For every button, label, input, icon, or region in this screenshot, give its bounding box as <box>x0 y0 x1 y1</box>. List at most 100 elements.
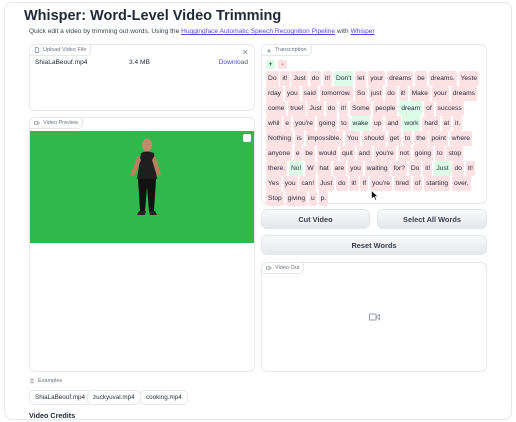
cut-video-button[interactable]: Cut Video <box>261 209 370 229</box>
transcript-word[interactable]: p. <box>318 191 329 206</box>
transcript-word[interactable]: to <box>402 131 413 146</box>
transcript-word[interactable]: do <box>336 176 348 191</box>
transcript-word[interactable]: it! <box>280 71 290 86</box>
transcript-word[interactable]: work <box>402 116 421 131</box>
transcript-word[interactable]: up <box>372 116 384 131</box>
transcript-word[interactable]: going <box>316 116 338 131</box>
transcript-word[interactable]: you <box>348 161 363 176</box>
transcript-word[interactable]: it. <box>453 116 463 131</box>
transcript-word[interactable]: it! <box>423 161 433 176</box>
transcript-word[interactable]: it! <box>349 176 359 191</box>
transcript-word[interactable]: there. <box>266 161 288 176</box>
fullscreen-icon[interactable] <box>243 134 251 142</box>
transcript-word[interactable]: waiting <box>364 161 390 176</box>
reset-words-button[interactable]: Reset Words <box>261 235 487 255</box>
whisper-link[interactable]: Whisper <box>350 28 374 35</box>
transcript-word[interactable]: quit <box>340 146 355 161</box>
transcript-word[interactable]: of <box>412 176 423 191</box>
transcript-word[interactable]: said <box>301 86 318 101</box>
transcript-word[interactable]: e <box>283 116 292 131</box>
select-all-words-button[interactable]: Select All Words <box>377 209 487 229</box>
transcript-word[interactable]: Just <box>307 101 324 116</box>
transcript-word[interactable]: giving <box>285 191 308 206</box>
transcript-word[interactable]: success <box>435 101 464 116</box>
transcript-word[interactable]: be <box>303 146 315 161</box>
example-item[interactable]: zuckyuval.mp4 <box>87 390 141 405</box>
transcript-word[interactable]: You <box>344 131 361 146</box>
transcript-word[interactable]: point <box>429 131 448 146</box>
transcript-word[interactable]: be <box>415 71 427 86</box>
transcript-word[interactable]: it! <box>338 101 349 116</box>
transcript-word[interactable]: do <box>309 71 322 86</box>
transcript-word[interactable]: tomorrow. <box>319 86 354 101</box>
transcript-word[interactable]: going <box>412 146 434 161</box>
transcript-word[interactable]: So <box>354 86 368 101</box>
transcript-word[interactable]: for? <box>391 161 407 176</box>
transcript-word[interactable]: of <box>424 101 434 116</box>
transcript-word[interactable]: Don't <box>333 71 354 86</box>
transcript-word[interactable]: are <box>332 161 347 176</box>
transcript-word[interactable]: Some <box>349 101 372 116</box>
transcript-word[interactable]: where <box>449 131 473 146</box>
transcript-word[interactable]: If <box>360 176 369 191</box>
transcript-word[interactable]: Yeste <box>458 71 480 86</box>
transcript-word[interactable]: come <box>266 101 287 116</box>
transcript-word[interactable]: should <box>362 131 386 146</box>
transcript-word[interactable]: you're <box>373 146 396 161</box>
transcript-word[interactable]: Nothing <box>266 131 294 146</box>
transcript-word[interactable]: and <box>385 116 401 131</box>
transcript-word[interactable]: Just <box>317 176 335 191</box>
transcript-word[interactable]: not <box>397 146 411 161</box>
transcript-word[interactable]: it! <box>398 86 408 101</box>
transcript-word[interactable]: people <box>373 101 398 116</box>
transcript-word[interactable]: impossible. <box>305 131 344 146</box>
transcript-word[interactable]: Do <box>266 71 279 86</box>
transcript-word[interactable]: you <box>282 176 298 191</box>
video-player[interactable] <box>30 131 254 243</box>
example-item[interactable]: ShiaLaBeouf.mp4 <box>29 390 92 405</box>
transcript-word[interactable]: tired <box>393 176 411 191</box>
transcript-word[interactable]: is <box>294 131 304 146</box>
transcript-word[interactable]: you're <box>292 116 315 131</box>
transcript-word[interactable]: Yes <box>266 176 281 191</box>
transcript-word[interactable]: Make <box>409 86 430 101</box>
transcript-word[interactable]: Do <box>408 161 422 176</box>
transcript-word[interactable]: to <box>435 146 445 161</box>
transcript-word[interactable]: hat <box>317 161 331 176</box>
transcript-word[interactable]: at <box>441 116 452 131</box>
transcript-word[interactable]: do <box>325 101 338 116</box>
transcript-word[interactable]: dream <box>399 101 423 116</box>
download-link[interactable]: Download <box>219 59 248 66</box>
transcript-word[interactable]: starting <box>424 176 451 191</box>
transcript-word[interactable]: just <box>368 86 384 101</box>
transcript-word[interactable]: it! <box>465 161 475 176</box>
transcript-word[interactable]: No! <box>288 161 304 176</box>
transcript-word[interactable]: to <box>339 116 349 131</box>
transcript-word[interactable]: it! <box>322 71 333 86</box>
transcript-word[interactable]: dreams. <box>428 71 457 86</box>
transcript-word[interactable]: you're <box>370 176 393 191</box>
pipeline-link[interactable]: Huggingface Automatic Speech Recognition… <box>181 28 335 35</box>
transcript-word[interactable]: W <box>305 161 316 176</box>
transcript-word[interactable]: you <box>284 86 300 101</box>
transcript-word[interactable]: dreams <box>387 71 414 86</box>
upload-panel[interactable]: Upload Video File × ShiaLaBeouf.mp4 3.4 … <box>29 44 255 111</box>
transcript-word[interactable]: rday <box>266 86 284 101</box>
transcript-word[interactable]: wake <box>350 116 371 131</box>
transcript-word[interactable]: Just <box>291 71 308 86</box>
transcript-word[interactable]: do <box>385 86 397 101</box>
transcript-word[interactable]: your <box>368 71 386 86</box>
transcript-word[interactable]: u <box>308 191 317 206</box>
transcript-word[interactable]: your <box>431 86 449 101</box>
transcript-word[interactable]: and <box>356 146 372 161</box>
transcript-word[interactable]: e <box>293 146 302 161</box>
transcript-word[interactable]: the <box>414 131 428 146</box>
transcript-word[interactable]: whil <box>266 116 282 131</box>
transcript-word[interactable]: hard <box>422 116 440 131</box>
transcript-word[interactable]: do <box>452 161 464 176</box>
transcript-word[interactable]: let <box>355 71 367 86</box>
transcript-word[interactable]: get <box>387 131 401 146</box>
close-icon[interactable]: × <box>243 48 248 57</box>
transcript-word[interactable]: stop <box>446 146 464 161</box>
transcript-word[interactable]: Stop <box>266 191 284 206</box>
